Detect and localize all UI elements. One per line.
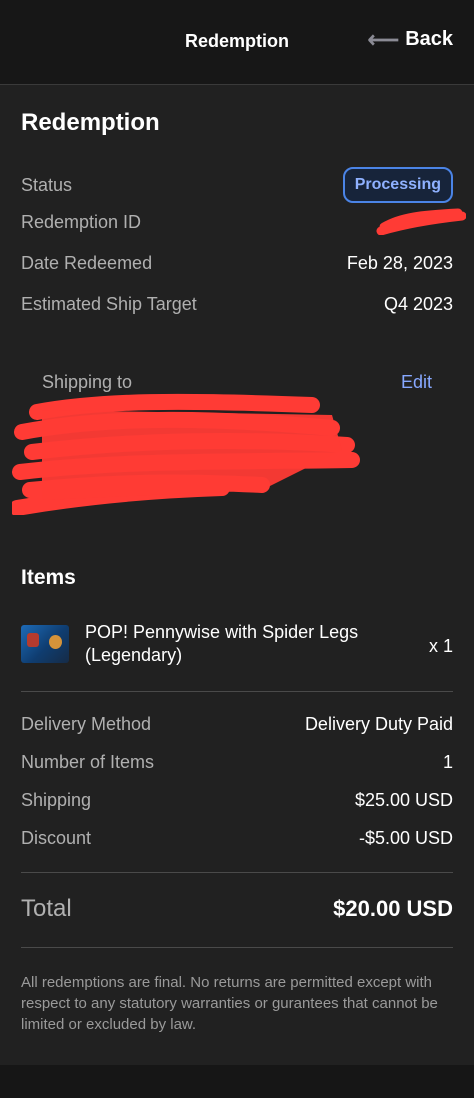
total-value: $20.00 USD bbox=[333, 896, 453, 921]
shipping-cost-value: $25.00 USD bbox=[354, 790, 453, 810]
section-title-redemption: Redemption bbox=[21, 109, 160, 136]
back-label: Back bbox=[405, 28, 453, 50]
divider bbox=[21, 947, 453, 948]
redemption-id-label: Redemption ID bbox=[21, 212, 142, 232]
delivery-method-value: Delivery Duty Paid bbox=[304, 714, 453, 734]
number-of-items-row: Number of Items 1 bbox=[21, 752, 453, 773]
discount-value: -$5.00 USD bbox=[358, 828, 453, 848]
shipping-cost-label: Shipping bbox=[21, 790, 92, 810]
date-redeemed-row: Date Redeemed Feb 28, 2023 bbox=[21, 253, 453, 274]
redaction-mark-id bbox=[376, 208, 466, 235]
discount-label: Discount bbox=[21, 828, 92, 848]
total-label: Total bbox=[21, 895, 72, 922]
estimated-ship-value: Q4 2023 bbox=[383, 294, 453, 314]
edit-shipping-button[interactable]: Edit bbox=[401, 372, 432, 393]
section-title-items: Items bbox=[21, 566, 76, 589]
redemption-card: Redemption Status Processing Redemption … bbox=[0, 85, 474, 1065]
estimated-ship-label: Estimated Ship Target bbox=[21, 294, 197, 314]
estimated-ship-row: Estimated Ship Target Q4 2023 bbox=[21, 294, 453, 315]
delivery-method-label: Delivery Method bbox=[21, 714, 152, 734]
total-row: Total $20.00 USD bbox=[21, 895, 453, 923]
number-of-items-value: 1 bbox=[442, 752, 453, 772]
divider bbox=[21, 691, 453, 692]
item-thumbnail bbox=[21, 625, 69, 663]
item-name: POP! Pennywise with Spider Legs (Legenda… bbox=[85, 622, 359, 665]
date-redeemed-label: Date Redeemed bbox=[21, 253, 153, 273]
date-redeemed-value: Feb 28, 2023 bbox=[346, 253, 453, 273]
disclaimer-text: All redemptions are final. No returns ar… bbox=[21, 974, 438, 1033]
top-bar: Redemption ⟵ Back bbox=[0, 0, 474, 85]
item-quantity: x 1 bbox=[428, 636, 453, 656]
back-button[interactable]: ⟵ Back bbox=[368, 28, 453, 51]
discount-row: Discount -$5.00 USD bbox=[21, 828, 453, 849]
divider bbox=[21, 872, 453, 873]
number-of-items-label: Number of Items bbox=[21, 752, 155, 772]
status-row: Status Processing bbox=[21, 167, 453, 203]
redaction-mark-address bbox=[12, 393, 360, 515]
status-label: Status bbox=[21, 174, 73, 195]
delivery-method-row: Delivery Method Delivery Duty Paid bbox=[21, 714, 453, 735]
left-arrow-icon: ⟵ bbox=[367, 26, 400, 52]
status-badge: Processing bbox=[342, 167, 453, 203]
shipping-cost-row: Shipping $25.00 USD bbox=[21, 790, 453, 811]
